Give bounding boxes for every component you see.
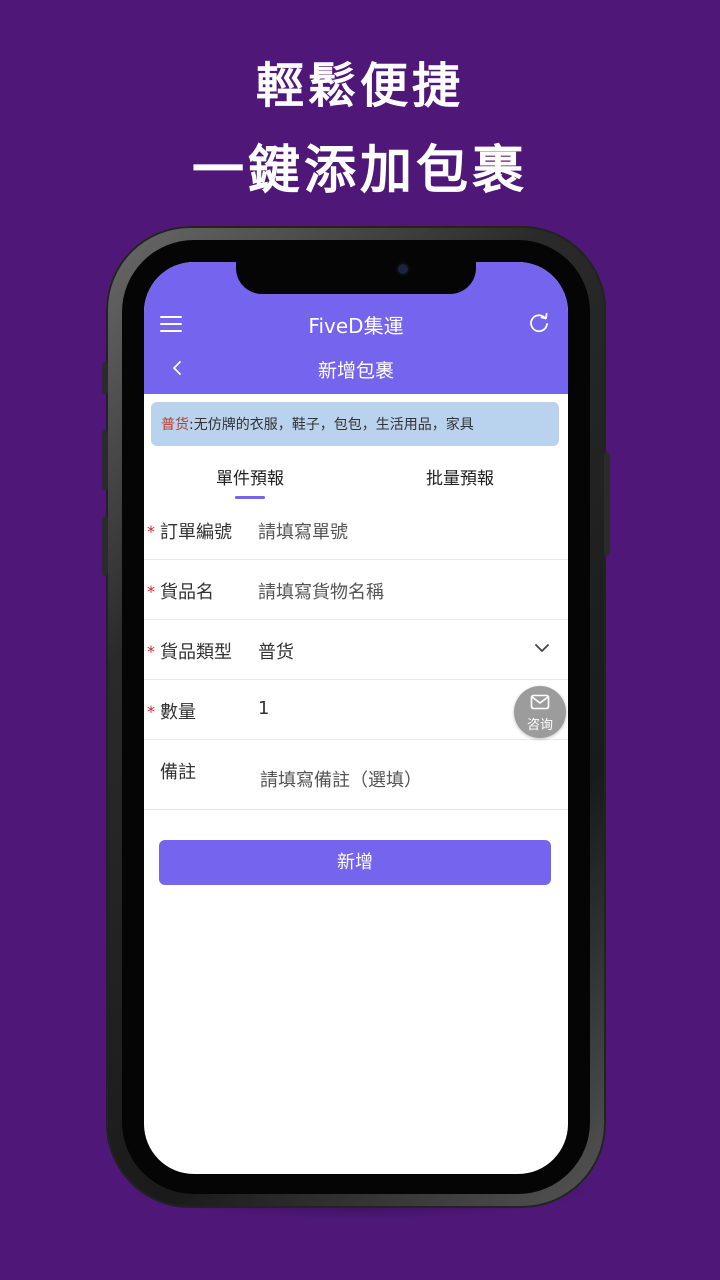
notice-text: :无仿牌的衣服，鞋子，包包，生活用品，家具	[189, 417, 474, 433]
headline-line-2: 一鍵添加包裹	[191, 141, 528, 201]
camera-icon	[398, 264, 408, 274]
chevron-down-icon[interactable]	[534, 642, 550, 654]
required-mark: *	[147, 582, 155, 601]
order-number-row[interactable]: * 訂單編號 請填寫單號	[144, 500, 568, 560]
goods-name-input[interactable]: 請填寫貨物名稱	[258, 578, 384, 604]
goods-type-row[interactable]: * 貨品類型 普货	[144, 620, 568, 680]
order-number-input[interactable]: 請填寫單號	[258, 518, 348, 544]
headline-line-1: 輕鬆便捷	[255, 58, 464, 114]
required-mark: *	[147, 702, 155, 721]
required-mark: *	[147, 642, 155, 661]
quantity-row[interactable]: * 數量 1	[144, 680, 568, 740]
app-title: FiveD集運	[308, 314, 404, 338]
phone-power-button	[604, 452, 610, 556]
remark-label: 備註	[160, 762, 196, 783]
phone-screen: FiveD集運 新增包裹 普货:无仿牌的衣服，鞋子，包包，生活用品，家具 單件預…	[144, 262, 568, 1174]
goods-name-label: 貨品名	[160, 582, 214, 603]
tab-single-forecast[interactable]: 單件預報	[190, 464, 310, 489]
active-tab-indicator	[235, 496, 265, 499]
goods-name-row[interactable]: * 貨品名 請填寫貨物名稱	[144, 560, 568, 620]
phone-volume-up	[102, 430, 108, 490]
notice-tag: 普货	[161, 417, 189, 433]
add-button[interactable]: 新增	[159, 840, 551, 885]
mail-icon	[530, 694, 550, 710]
tab-batch-forecast[interactable]: 批量預報	[400, 464, 520, 489]
goods-type-select[interactable]: 普货	[258, 638, 294, 664]
phone-mute-switch	[102, 362, 108, 394]
order-number-label: 訂單編號	[160, 522, 232, 543]
quantity-label: 數量	[160, 702, 196, 723]
phone-volume-down	[102, 516, 108, 576]
page-title: 新增包裹	[317, 360, 394, 382]
quantity-input[interactable]: 1	[258, 698, 269, 719]
remark-textarea[interactable]: 請填寫備註（選填）	[260, 766, 422, 792]
consult-button[interactable]: 咨询	[514, 686, 566, 738]
consult-label: 咨询	[526, 718, 553, 733]
required-mark: *	[147, 522, 155, 541]
refresh-icon[interactable]	[528, 312, 550, 334]
remark-row[interactable]: 備註 請填寫備註（選填）	[144, 740, 568, 810]
phone-notch	[236, 262, 476, 294]
goods-type-label: 貨品類型	[160, 642, 232, 663]
notice-banner: 普货:无仿牌的衣服，鞋子，包包，生活用品，家具	[151, 402, 559, 446]
